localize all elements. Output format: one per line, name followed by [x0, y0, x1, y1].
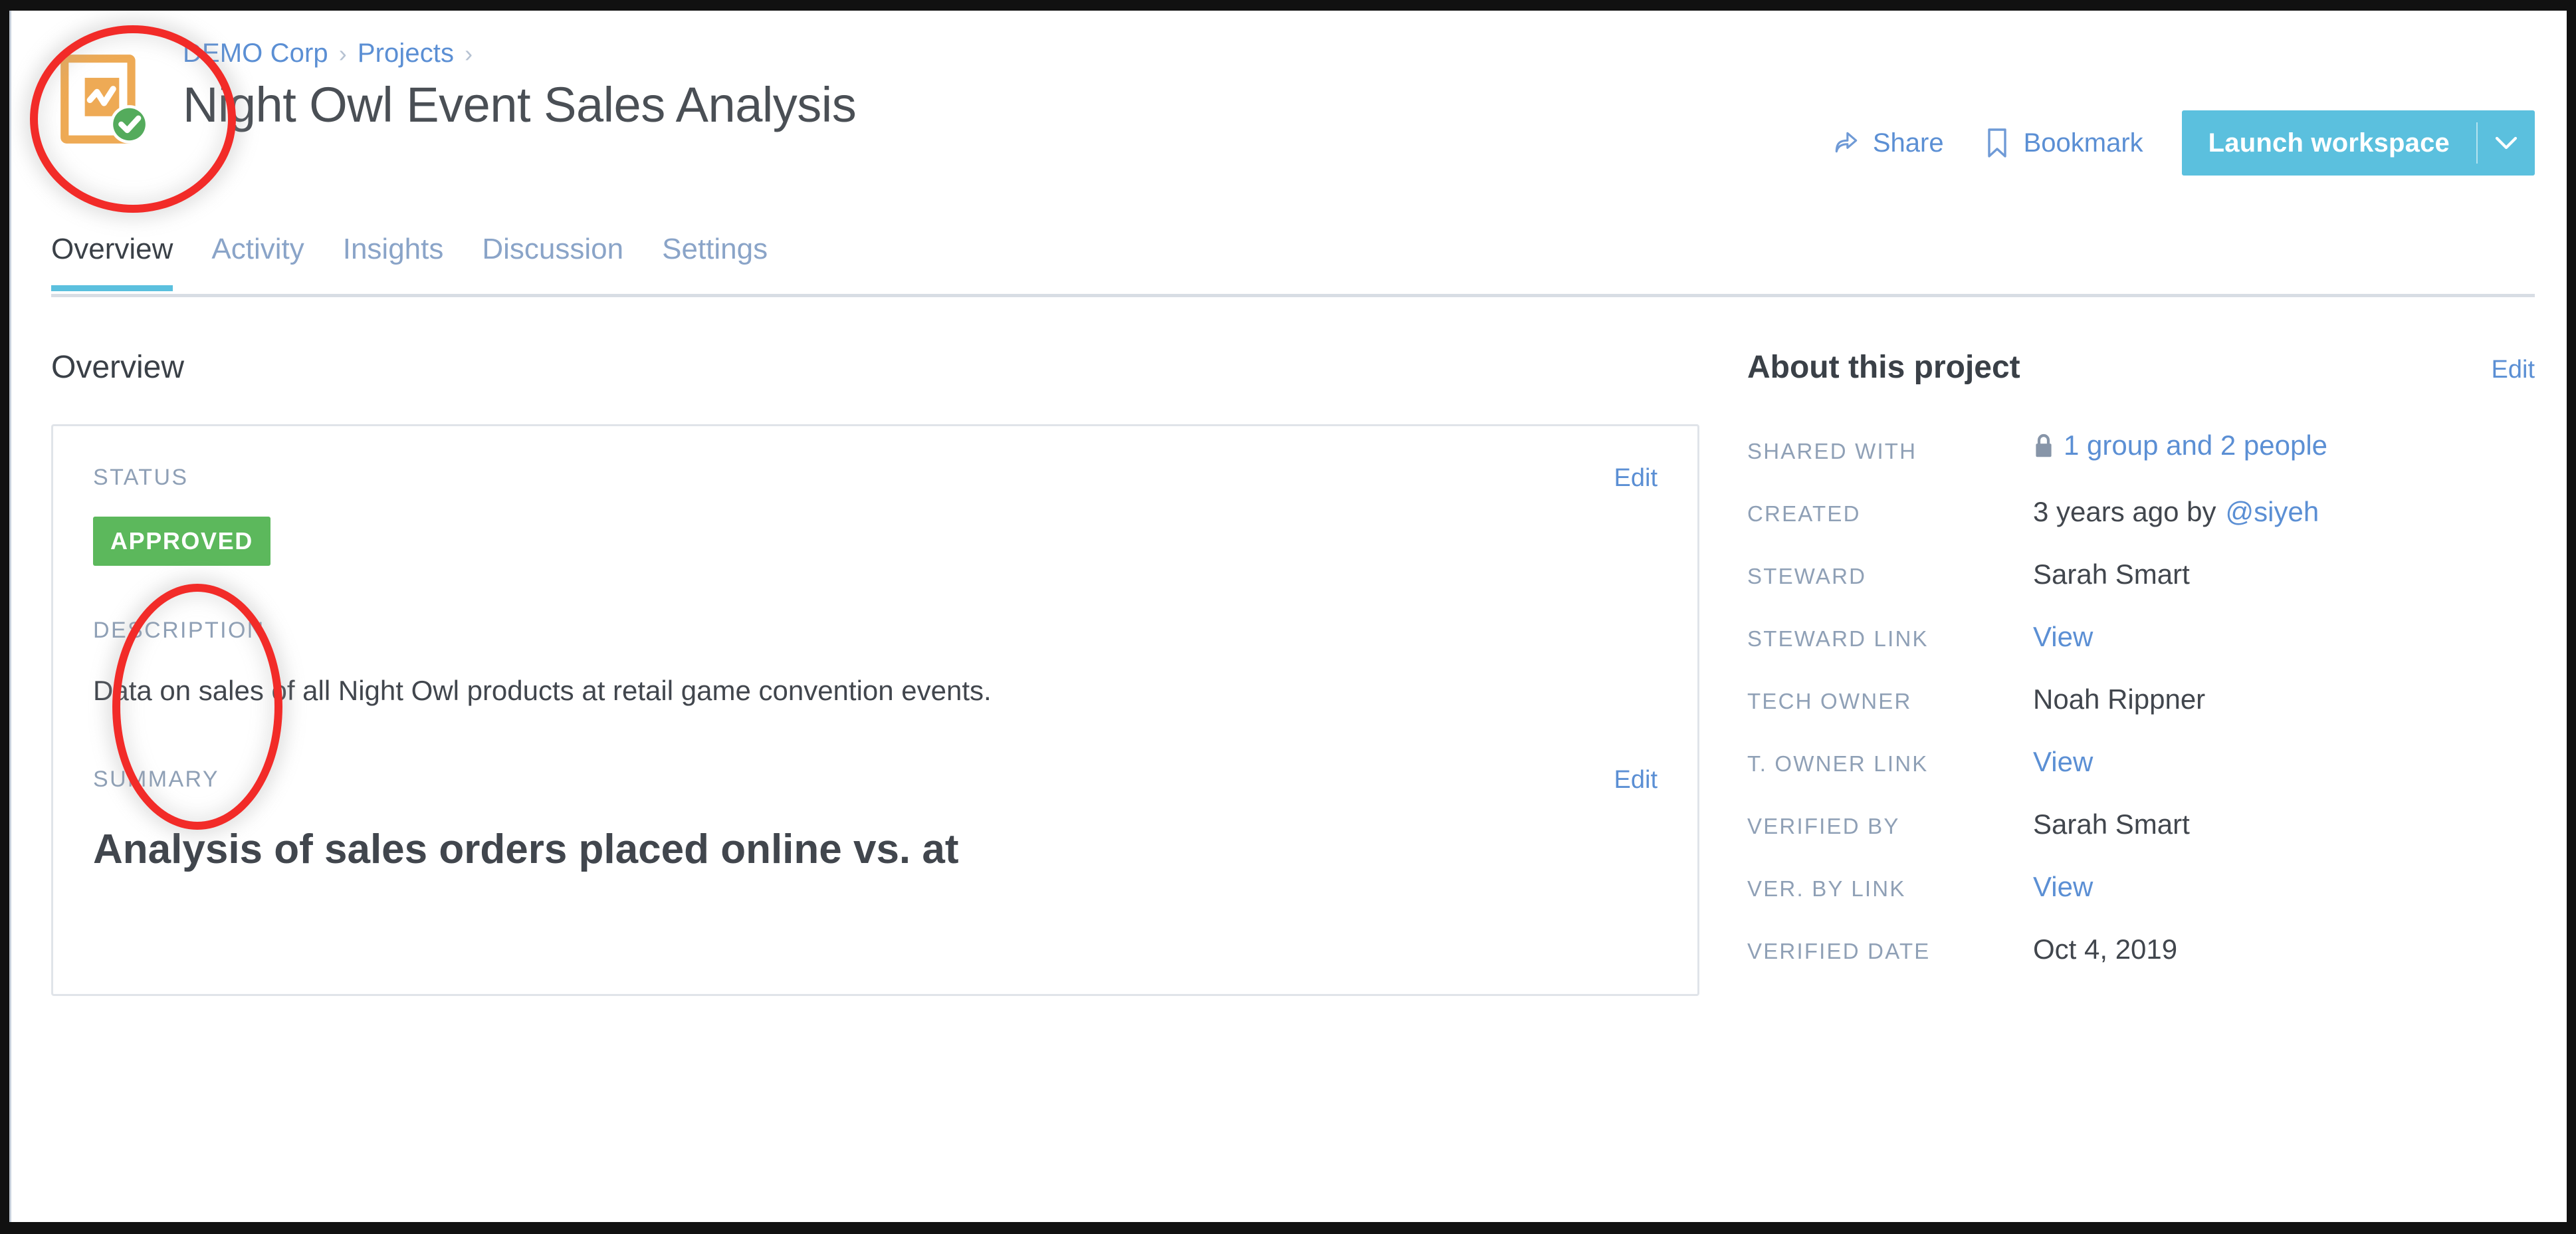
description-text: Data on sales of all Night Owl products …: [93, 675, 992, 706]
meta-label: STEWARD LINK: [1747, 626, 1929, 651]
tab-activity[interactable]: Activity: [211, 230, 304, 291]
launch-workspace-group: Launch workspace: [2181, 110, 2535, 176]
lock-icon: [2033, 432, 2054, 459]
header-actions: Share Bookmark Launch workspace: [1832, 110, 2535, 176]
tab-underline: [51, 294, 2535, 297]
tech-owner-view-link[interactable]: View: [2033, 746, 2093, 778]
bookmark-button[interactable]: Bookmark: [1983, 128, 2143, 158]
meta-label: VERIFIED DATE: [1747, 939, 1931, 963]
tab-settings[interactable]: Settings: [662, 230, 768, 291]
meta-value: Noah Rippner: [2033, 683, 2206, 715]
breadcrumb: DEMO Corp › Projects ›: [183, 36, 856, 71]
created-text: 3 years ago by: [2033, 496, 2216, 527]
meta-row-created: CREATED 3 years ago by @siyeh: [1747, 496, 2535, 529]
meta-label: VERIFIED BY: [1747, 814, 1900, 838]
created-by-user-link[interactable]: @siyeh: [2226, 496, 2319, 528]
breadcrumb-item-projects[interactable]: Projects: [358, 39, 454, 68]
status-label: STATUS: [93, 465, 189, 490]
tab-insights[interactable]: Insights: [343, 230, 444, 291]
about-panel-head: About this project Edit: [1747, 348, 2535, 387]
meta-row-verified-by-link: VER. BY LINK View: [1747, 871, 2535, 904]
status-edit-link[interactable]: Edit: [1614, 463, 1658, 493]
meta-label: TECH OWNER: [1747, 689, 1912, 713]
bookmark-icon: [1983, 128, 2012, 158]
about-this-project-panel: About this project Edit SHARED WITH 1 gr…: [1699, 348, 2535, 996]
status-field-head: STATUS Edit: [93, 463, 1658, 493]
meta-value: View: [2033, 871, 2093, 903]
breadcrumb-item-org[interactable]: DEMO Corp: [183, 39, 328, 68]
meta-label: VER. BY LINK: [1747, 876, 1906, 901]
meta-row-steward-link: STEWARD LINK View: [1747, 621, 2535, 654]
meta-label: CREATED: [1747, 501, 1861, 526]
meta-value: 1 group and 2 people: [2033, 430, 2327, 461]
app-window: DEMO Corp › Projects › Night Owl Event Sale…: [9, 11, 2567, 1222]
tab-bar: Overview Activity Insights Discussion Se…: [51, 230, 2535, 316]
bookmark-label: Bookmark: [2023, 128, 2143, 158]
breadcrumb-separator: ›: [338, 40, 347, 67]
chevron-down-icon[interactable]: [2478, 110, 2535, 176]
share-label: Share: [1872, 128, 1944, 158]
meta-row-steward: STEWARD Sarah Smart: [1747, 558, 2535, 591]
meta-value: Sarah Smart: [2033, 558, 2190, 590]
description-label: DESCRIPTION: [93, 618, 265, 643]
meta-row-verified-date: VERIFIED DATE Oct 4, 2019: [1747, 933, 2535, 966]
shared-with-link[interactable]: 1 group and 2 people: [2064, 430, 2327, 461]
steward-view-link[interactable]: View: [2033, 621, 2093, 653]
meta-label: SHARED WITH: [1747, 439, 1917, 463]
page-header: DEMO Corp › Projects › Night Owl Event Sale…: [11, 11, 2567, 230]
share-arrow-icon: [1832, 128, 1861, 158]
description-block: DESCRIPTION Data on sales of all Night O…: [93, 616, 1658, 709]
meta-row-tech-owner-link: T. OWNER LINK View: [1747, 746, 2535, 779]
meta-value: View: [2033, 746, 2093, 778]
tab-discussion[interactable]: Discussion: [482, 230, 623, 291]
overview-section-heading: Overview: [51, 350, 185, 385]
tab-list: Overview Activity Insights Discussion Se…: [51, 230, 2535, 297]
meta-value: Oct 4, 2019: [2033, 933, 2178, 965]
summary-label: SUMMARY: [93, 767, 219, 792]
overview-card: STATUS Edit APPROVED DESCRIPTION Data on…: [51, 424, 1699, 996]
breadcrumb-separator: ›: [465, 40, 473, 67]
meta-value: Sarah Smart: [2033, 808, 2190, 840]
meta-row-tech-owner: TECH OWNER Noah Rippner: [1747, 683, 2535, 716]
launch-workspace-button[interactable]: Launch workspace: [2182, 110, 2476, 176]
meta-value: 3 years ago by @siyeh: [2033, 496, 2319, 528]
meta-label: STEWARD: [1747, 564, 1867, 588]
summary-field-head: SUMMARY Edit: [93, 765, 1658, 795]
about-panel-title: About this project: [1747, 350, 2020, 385]
summary-edit-link[interactable]: Edit: [1614, 765, 1658, 795]
summary-heading: Analysis of sales orders placed online v…: [93, 826, 959, 872]
verified-by-view-link[interactable]: View: [2033, 871, 2093, 903]
screenshot-frame: DEMO Corp › Projects › Night Owl Event Sale…: [0, 0, 2576, 1234]
summary-block: SUMMARY Edit Analysis of sales orders pl…: [93, 765, 1658, 876]
main-column: Overview STATUS Edit APPROVED DESCRIPTIO…: [51, 348, 1699, 996]
share-button[interactable]: Share: [1832, 128, 1944, 158]
meta-row-shared-with: SHARED WITH 1 group and 2 people: [1747, 430, 2535, 466]
meta-label: T. OWNER LINK: [1747, 751, 1929, 776]
page-title: Night Owl Event Sales Analysis: [183, 77, 857, 132]
body-grid: Overview STATUS Edit APPROVED DESCRIPTIO…: [11, 316, 2567, 996]
meta-value: View: [2033, 621, 2093, 653]
about-panel-edit-link[interactable]: Edit: [2492, 355, 2535, 384]
chart-document-approved-icon: [53, 51, 154, 152]
status-badge: APPROVED: [93, 517, 270, 566]
tab-overview[interactable]: Overview: [51, 230, 173, 291]
meta-row-verified-by: VERIFIED BY Sarah Smart: [1747, 808, 2535, 841]
header-text-block: DEMO Corp › Projects › Night Owl Event Sale…: [183, 36, 857, 134]
